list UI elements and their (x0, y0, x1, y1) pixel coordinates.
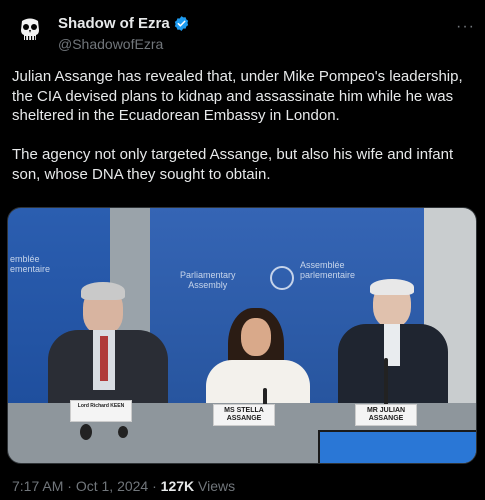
microphone-icon (118, 426, 128, 438)
display-name[interactable]: Shadow of Ezra (58, 15, 170, 32)
verified-badge-icon (174, 16, 188, 31)
person-right (338, 279, 448, 408)
tweet-time[interactable]: 7:17 AM (12, 478, 63, 494)
microphone-icon (80, 424, 92, 440)
tweet-media-image[interactable]: emblée ementaire Parliamentary Assembly … (7, 207, 477, 464)
person-left (48, 282, 168, 411)
author-name-row[interactable]: Shadow of Ezra (58, 15, 190, 32)
monitor-screen (318, 430, 476, 463)
tweet-paragraph-1: Julian Assange has revealed that, under … (12, 68, 463, 124)
avatar[interactable] (12, 12, 48, 48)
views-label: Views (198, 478, 236, 494)
views-count: 127K (160, 478, 195, 494)
backdrop-text-center: Parliamentary Assembly (180, 270, 236, 290)
tweet-text: Julian Assange has revealed that, under … (12, 67, 475, 204)
person-center (206, 308, 310, 408)
author-handle[interactable]: @ShadowofEzra (58, 36, 163, 52)
tweet-date[interactable]: Oct 1, 2024 (76, 478, 148, 494)
more-options-icon[interactable]: ··· (456, 18, 475, 36)
tweet-header: Shadow of Ezra @ShadowofEzra ··· (12, 10, 475, 60)
microphone-icon (384, 358, 388, 408)
tweet-paragraph-2: The agency not only targeted Assange, bu… (12, 146, 454, 183)
council-of-europe-logo-icon (270, 266, 294, 290)
nameplate-center: MS STELLA ASSANGE (213, 404, 275, 426)
backdrop-text-right: Assemblée parlementaire (300, 260, 356, 280)
tweet-meta: 7:17 AM · Oct 1, 2024 · 127K Views (12, 478, 235, 494)
nameplate-right: MR JULIAN ASSANGE (355, 404, 417, 426)
skull-icon (12, 12, 48, 48)
meta-separator: · (152, 478, 157, 494)
nameplate-left: Lord Richard KEEN (70, 400, 132, 422)
backdrop-text-left: emblée ementaire (10, 254, 51, 274)
meta-separator: · (67, 478, 72, 494)
